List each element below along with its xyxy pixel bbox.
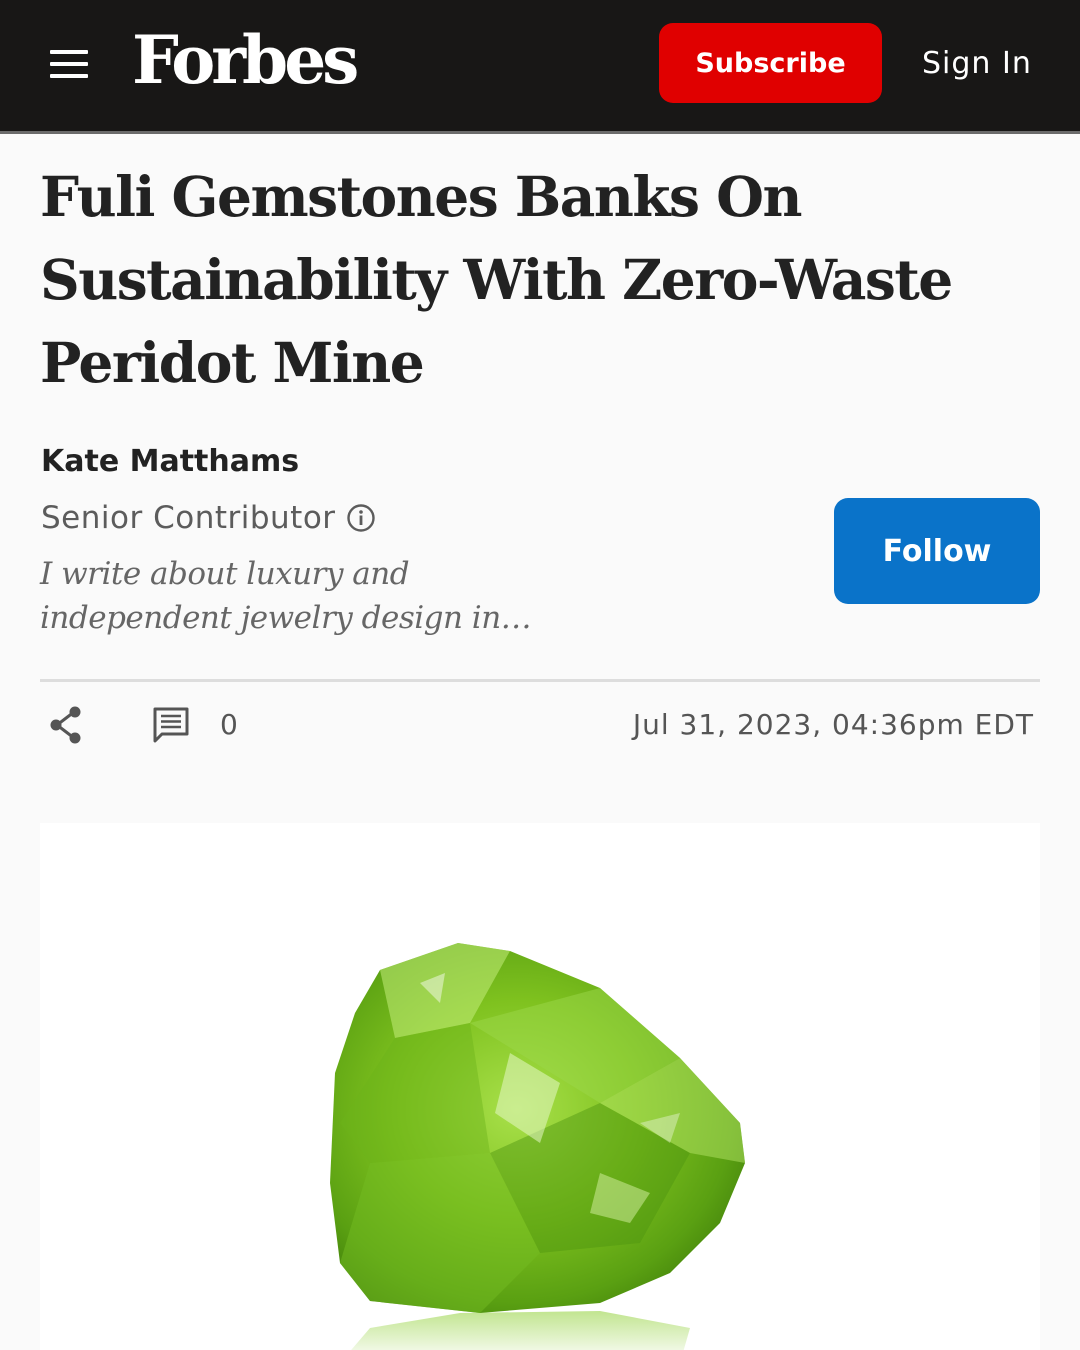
share-icon[interactable] (47, 704, 85, 746)
hamburger-menu-icon[interactable] (50, 47, 90, 81)
publish-timestamp: Jul 31, 2023, 04:36pm EDT (632, 708, 1034, 741)
author-role-label: Senior Contributor (41, 500, 336, 536)
author-bio: I write about luxury and independent jew… (40, 556, 532, 636)
info-icon[interactable] (346, 503, 376, 533)
follow-button[interactable]: Follow (834, 498, 1040, 604)
forbes-logo[interactable]: Forbes (132, 20, 359, 100)
article-headline: Fuli Gemstones Banks On Sustainability W… (40, 164, 953, 395)
author-name[interactable]: Kate Matthams (41, 441, 299, 483)
top-navigation-bar: Forbes Subscribe Sign In (0, 0, 1080, 134)
author-role: Senior Contributor (41, 496, 376, 540)
subscribe-button[interactable]: Subscribe (659, 23, 882, 103)
sign-in-link[interactable]: Sign In (922, 42, 1032, 86)
peridot-gemstone-image (330, 943, 745, 1350)
comment-icon[interactable] (152, 706, 190, 744)
hero-image (40, 823, 1040, 1350)
divider (40, 679, 1040, 682)
comment-count: 0 (220, 708, 238, 741)
